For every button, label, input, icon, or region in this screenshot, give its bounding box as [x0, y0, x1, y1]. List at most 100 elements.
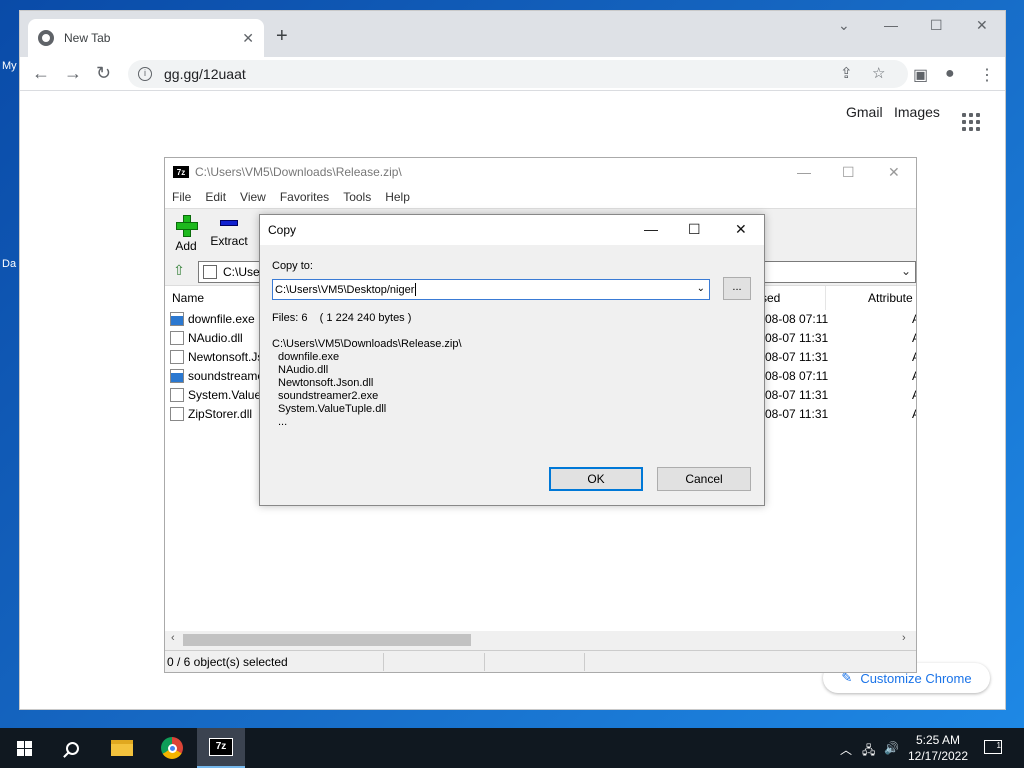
maximize-button[interactable]: ☐	[688, 221, 701, 238]
item-line: System.ValueTuple.dll	[278, 403, 387, 415]
volume-icon[interactable]: 🔊	[884, 741, 899, 755]
file-attr: A	[912, 331, 916, 345]
file-attr: A	[912, 312, 916, 326]
tab-title: New Tab	[64, 31, 111, 45]
url-text[interactable]: gg.gg/12uaat	[164, 66, 246, 82]
menu-edit[interactable]: Edit	[205, 190, 226, 204]
back-icon[interactable]: ←	[32, 63, 50, 84]
network-icon[interactable]: 🖧	[862, 741, 875, 762]
close-button[interactable]: ✕	[735, 221, 747, 238]
dll-file-icon	[170, 388, 184, 402]
notification-icon[interactable]: 1	[984, 740, 1002, 754]
share-icon[interactable]: ⇪	[840, 64, 853, 82]
chevron-down-icon[interactable]: ⌄	[901, 264, 911, 278]
menu-file[interactable]: File	[172, 190, 191, 204]
site-info-icon[interactable]: i	[138, 67, 152, 81]
folder-up-icon[interactable]: ⇧	[169, 262, 189, 282]
scroll-left-icon[interactable]: ‹	[171, 632, 175, 644]
ok-button[interactable]: OK	[549, 467, 643, 491]
new-tab-button[interactable]: +	[276, 25, 288, 48]
file-date: 08-08 07:11	[765, 312, 829, 326]
chevron-down-icon[interactable]: ⌄	[697, 283, 705, 294]
status-divider	[484, 653, 485, 671]
minimize-button[interactable]: —	[644, 221, 658, 237]
tray-overflow-icon[interactable]: ︿	[840, 741, 852, 758]
file-name: soundstreame	[188, 369, 265, 383]
menu-favorites[interactable]: Favorites	[280, 190, 329, 204]
folder-icon	[111, 740, 133, 756]
menu-kebab-icon[interactable]: ⋮	[979, 65, 995, 85]
taskbar-7zip[interactable]: 7z	[197, 728, 245, 768]
file-date: 08-07 11:31	[765, 350, 829, 364]
google-apps-icon[interactable]	[962, 113, 980, 131]
status-text: 0 / 6 object(s) selected	[167, 655, 288, 669]
close-button[interactable]: ✕	[976, 17, 988, 34]
start-button[interactable]	[0, 728, 48, 768]
destination-path[interactable]: C:\Users\VM5\Desktop/niger	[275, 284, 414, 296]
browse-button[interactable]: ...	[723, 277, 751, 300]
chrome-tabbar: New Tab ✕ + ⌄ — ☐ ✕	[20, 11, 1005, 57]
scroll-thumb[interactable]	[183, 634, 471, 646]
maximize-button[interactable]: ☐	[842, 164, 855, 181]
sevenzip-titlebar: 7z C:\Users\VM5\Downloads\Release.zip\ —…	[165, 158, 916, 186]
folder-icon	[203, 265, 217, 279]
tab-search-icon[interactable]: ⌄	[838, 17, 850, 34]
sevenzip-logo-icon: 7z	[173, 166, 189, 178]
column-divider[interactable]	[825, 286, 826, 310]
add-label: Add	[175, 239, 197, 253]
images-link[interactable]: Images	[894, 104, 940, 120]
bookmark-star-icon[interactable]: ☆	[872, 64, 885, 82]
clock[interactable]: 5:25 AM 12/17/2022	[900, 732, 976, 764]
minimize-button[interactable]: —	[797, 164, 811, 180]
column-header-name[interactable]: Name	[172, 291, 204, 305]
address-bar[interactable]: i gg.gg/12uaat ⇪ ☆	[128, 60, 908, 88]
gmail-link[interactable]: Gmail	[846, 104, 883, 120]
file-name: Newtonsoft.Js	[188, 350, 264, 364]
copy-to-label: Copy to:	[272, 260, 313, 272]
tab-close-icon[interactable]: ✕	[242, 30, 254, 47]
search-button[interactable]	[48, 728, 96, 768]
taskbar-chrome[interactable]	[148, 728, 196, 768]
destination-combobox[interactable]: C:\Users\VM5\Desktop/niger ⌄	[272, 279, 710, 300]
file-date: 08-07 11:31	[765, 331, 829, 345]
file-name: downfile.exe	[188, 312, 255, 326]
close-button[interactable]: ✕	[888, 164, 900, 181]
desktop-icon-label[interactable]: Da	[2, 258, 16, 270]
status-divider	[584, 653, 585, 671]
extract-label: Extract	[210, 234, 248, 248]
extract-minus-icon	[220, 220, 238, 226]
item-line: ...	[278, 416, 288, 428]
desktop-icon-label[interactable]: My	[2, 60, 17, 72]
dll-file-icon	[170, 407, 184, 421]
forward-icon[interactable]: →	[64, 63, 82, 84]
clock-date: 12/17/2022	[907, 749, 969, 763]
clock-time: 5:25 AM	[915, 733, 961, 747]
scroll-right-icon[interactable]: ›	[902, 632, 906, 644]
search-icon	[65, 741, 79, 755]
menu-view[interactable]: View	[240, 190, 266, 204]
menu-help[interactable]: Help	[385, 190, 410, 204]
taskbar-file-explorer[interactable]	[98, 728, 146, 768]
copy-dialog: Copy — ☐ ✕ Copy to: C:\Users\VM5\Desktop…	[259, 214, 765, 506]
file-name: ZipStorer.dll	[188, 407, 253, 421]
file-name: System.ValueT	[188, 388, 266, 402]
extract-button[interactable]: Extract	[209, 215, 249, 248]
side-panel-icon[interactable]: ▣	[913, 65, 928, 85]
add-button[interactable]: Add	[166, 215, 206, 253]
minimize-button[interactable]: —	[884, 17, 898, 33]
exe-file-icon	[170, 369, 184, 383]
horizontal-scrollbar[interactable]: ‹ ›	[165, 631, 916, 648]
text-caret	[415, 283, 417, 296]
file-attr: A	[912, 350, 916, 364]
maximize-button[interactable]: ☐	[930, 17, 943, 34]
column-header-attributes[interactable]: Attribute	[868, 291, 913, 305]
reload-icon[interactable]: ↻	[96, 63, 111, 84]
chrome-icon	[161, 737, 183, 759]
chrome-tab[interactable]: New Tab ✕	[28, 19, 264, 57]
profile-avatar-icon[interactable]: ●	[945, 65, 955, 83]
item-line: NAudio.dll	[278, 364, 329, 376]
dll-file-icon	[170, 331, 184, 345]
item-line: soundstreamer2.exe	[278, 390, 379, 402]
menu-tools[interactable]: Tools	[343, 190, 371, 204]
cancel-button[interactable]: Cancel	[657, 467, 751, 491]
